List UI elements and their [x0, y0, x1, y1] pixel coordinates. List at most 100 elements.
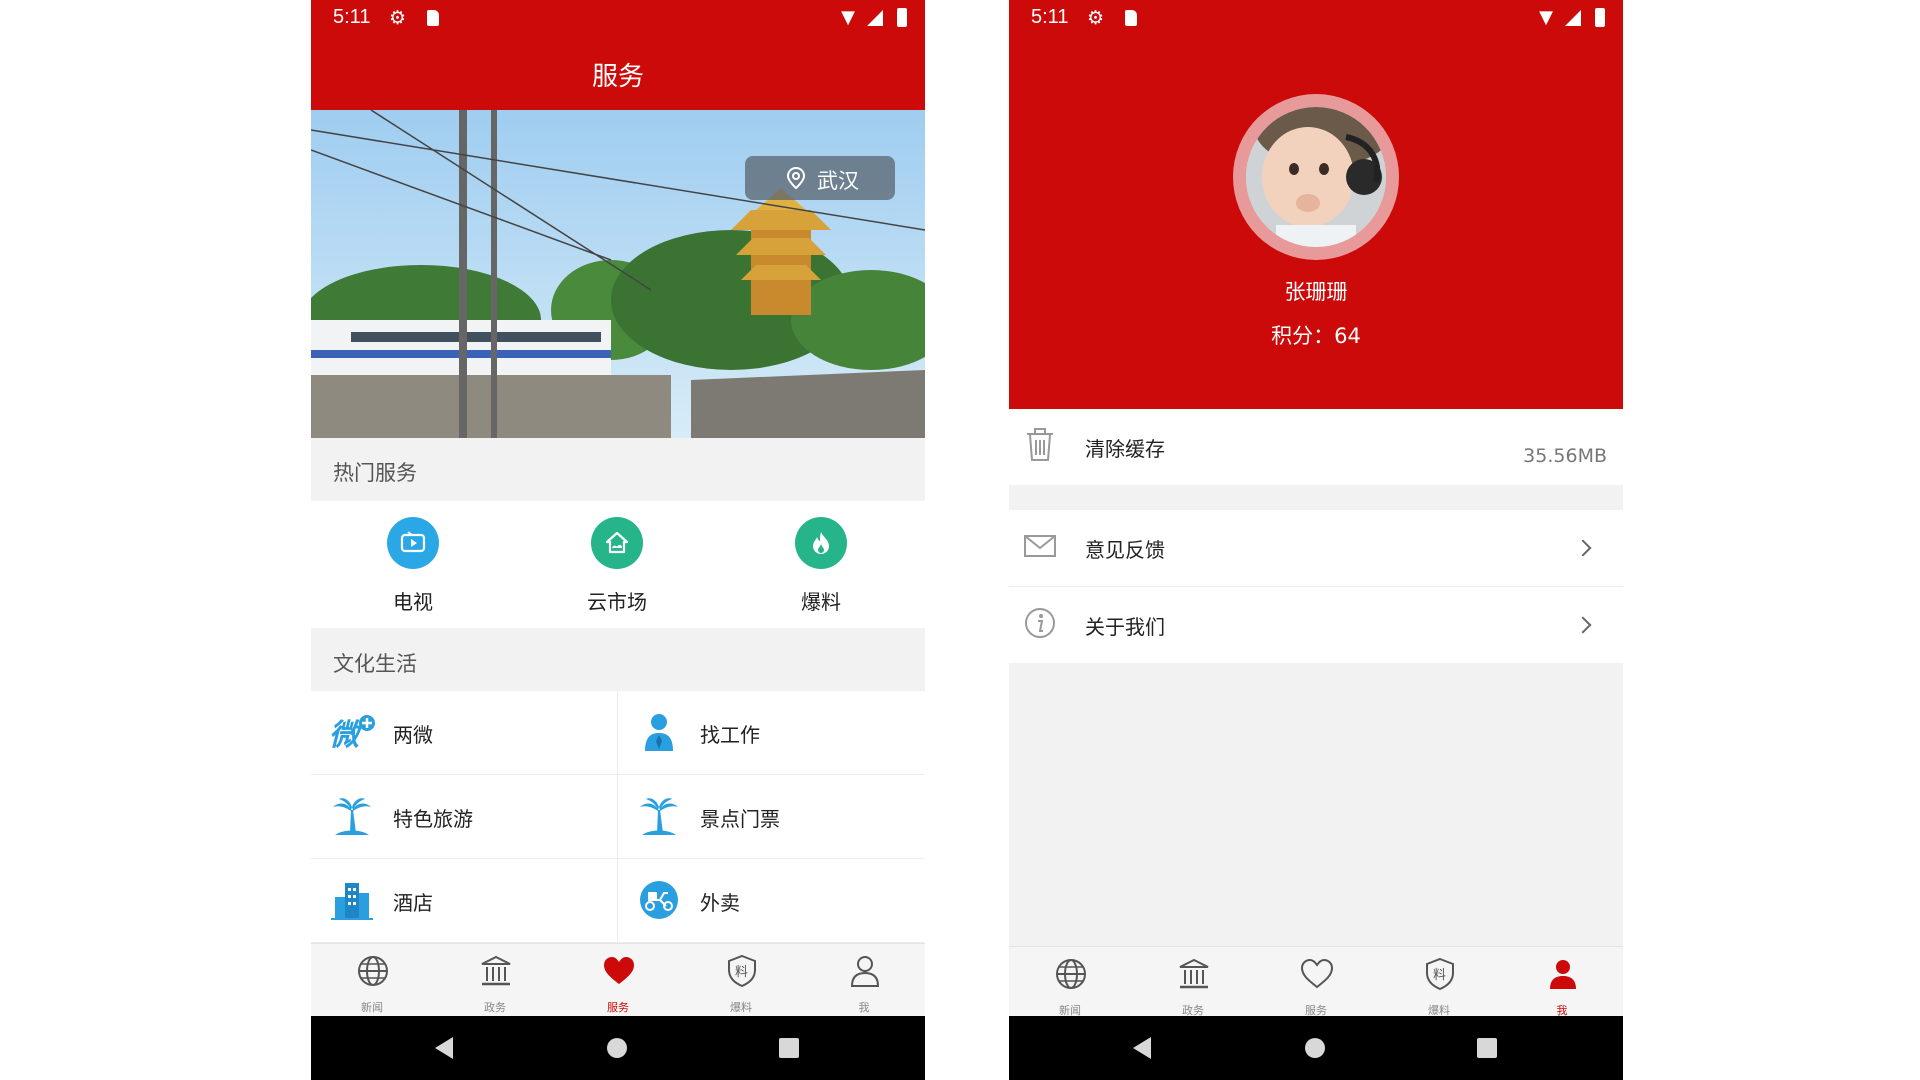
life-item-featured-travel[interactable]: 特色旅游: [311, 775, 617, 859]
culture-life-header: 文化生活: [311, 629, 925, 691]
avatar-ring[interactable]: [1233, 94, 1399, 260]
status-time: 5:11: [333, 6, 371, 28]
tab-news[interactable]: 新闻: [1009, 947, 1131, 1023]
life-item-label: 找工作: [700, 723, 760, 747]
person-icon: [1550, 960, 1576, 989]
section-title: 文化生活: [333, 652, 417, 676]
tab-me[interactable]: 我: [803, 944, 925, 1020]
home-button[interactable]: [607, 1038, 627, 1058]
scooter-icon: [640, 881, 678, 919]
life-item-label: 两微: [393, 723, 433, 747]
tab-services[interactable]: 服务: [557, 944, 679, 1020]
status-time: 5:11: [1031, 6, 1069, 28]
hot-service-label: 爆料: [801, 590, 841, 614]
wifi-icon: ▼: [1539, 7, 1553, 28]
life-item-label: 景点门票: [700, 807, 780, 831]
home-button[interactable]: [1305, 1038, 1325, 1058]
sd-card-icon: [1125, 10, 1137, 26]
life-item-find-job[interactable]: 找工作: [618, 691, 924, 775]
tab-services[interactable]: 服务: [1255, 947, 1377, 1023]
mail-icon: [1024, 535, 1056, 557]
globe-icon: [1056, 959, 1086, 989]
location-name: 武汉: [817, 169, 859, 193]
tab-me[interactable]: 我: [1501, 947, 1623, 1023]
hot-service-tv[interactable]: 电视: [311, 501, 515, 628]
tab-label: 新闻: [361, 1001, 383, 1014]
life-item-label: 特色旅游: [393, 807, 473, 831]
shield-icon: 料: [728, 954, 756, 988]
tab-news[interactable]: 新闻: [311, 944, 433, 1020]
battery-icon: [897, 8, 907, 27]
chevron-right-icon: [1574, 616, 1592, 634]
feedback-row[interactable]: 意见反馈: [1009, 510, 1623, 586]
status-bar: 5:11 ⚙ ▼: [311, 0, 925, 36]
heart-icon: [604, 957, 634, 984]
palm-tree-icon: [640, 798, 678, 835]
status-bar: 5:11 ⚙ ▼: [1009, 0, 1623, 36]
profile-header: 张珊珊 积分：64: [1009, 36, 1623, 409]
hotel-building-icon: [331, 883, 373, 920]
tab-label: 爆料: [730, 1001, 752, 1014]
wifi-icon: ▼: [841, 7, 855, 28]
tab-label: 我: [858, 1001, 870, 1014]
services-screen: 5:11 ⚙ ▼ 服务 武汉 热门服务 电视 云市场 爆料 文化生活 微 两微 …: [311, 0, 925, 1080]
chevron-right-icon: [1574, 539, 1592, 557]
hot-service-label: 电视: [393, 590, 433, 614]
life-item-hotel[interactable]: 酒店: [311, 859, 617, 943]
profile-screen: 5:11 ⚙ ▼ 张珊珊 积分：64 清除缓存 35.56MB 意见反馈 关于我…: [1009, 0, 1623, 1080]
battery-icon: [1595, 8, 1605, 27]
recent-apps-button[interactable]: [779, 1038, 799, 1058]
city-banner-image[interactable]: 武汉: [311, 110, 925, 438]
life-item-takeout[interactable]: 外卖: [618, 859, 924, 943]
about-us-row[interactable]: 关于我们: [1009, 587, 1623, 663]
tab-government[interactable]: 政务: [434, 944, 556, 1020]
location-chip[interactable]: 武汉: [745, 156, 895, 200]
culture-life-grid: 微 两微 找工作 特色旅游 景点门票 酒店 外卖: [311, 691, 925, 943]
svg-text:微: 微: [329, 718, 364, 753]
signal-icon: [1565, 10, 1581, 26]
page-title: 服务: [591, 62, 644, 92]
shield-icon: 料: [1426, 957, 1454, 991]
hot-services-header: 热门服务: [311, 438, 925, 500]
user-name: 张珊珊: [1284, 280, 1348, 304]
back-button[interactable]: [435, 1037, 453, 1059]
settings-gear-icon: ⚙: [1087, 7, 1105, 29]
life-item-weibo-wechat[interactable]: 微 两微: [311, 691, 617, 775]
hot-services-grid: 电视 云市场 爆料: [311, 501, 925, 628]
weibo-wechat-icon: 微: [329, 715, 375, 753]
settings-gear-icon: ⚙: [389, 7, 407, 29]
tab-tipoff[interactable]: 料 爆料: [1378, 947, 1500, 1023]
svg-text:料: 料: [735, 965, 748, 980]
cache-size: 35.56MB: [1523, 445, 1607, 467]
section-title: 热门服务: [333, 461, 417, 485]
hot-service-cloud-market[interactable]: 云市场: [515, 501, 719, 628]
system-nav-bar: [311, 1016, 925, 1080]
life-item-scenic-tickets[interactable]: 景点门票: [618, 775, 924, 859]
job-person-icon: [645, 714, 673, 751]
tab-government[interactable]: 政务: [1132, 947, 1254, 1023]
bottom-tab-bar: 新闻 政务 服务 料 爆料 我: [311, 943, 925, 1020]
clear-cache-row[interactable]: 清除缓存 35.56MB: [1009, 409, 1623, 485]
back-button[interactable]: [1133, 1037, 1151, 1059]
palm-tree-icon: [333, 798, 371, 835]
globe-icon: [358, 956, 388, 986]
user-points: 积分：64: [1271, 324, 1361, 348]
tab-label: 服务: [607, 1001, 629, 1014]
location-pin-icon: [786, 166, 806, 190]
flame-icon: [795, 517, 847, 569]
hot-service-tipoff[interactable]: 爆料: [719, 501, 923, 628]
feedback-label: 意见反馈: [1085, 538, 1165, 562]
trash-icon: [1027, 428, 1053, 461]
info-icon: [1025, 608, 1055, 638]
bottom-tab-bar: 新闻 政务 服务 料 爆料 我: [1009, 946, 1623, 1017]
signal-icon: [867, 10, 883, 26]
tab-tipoff[interactable]: 料 爆料: [680, 944, 802, 1020]
hot-service-label: 云市场: [587, 590, 647, 614]
clear-cache-label: 清除缓存: [1085, 437, 1165, 461]
government-icon: [1179, 958, 1209, 989]
avatar: [1246, 107, 1386, 247]
recent-apps-button[interactable]: [1477, 1038, 1497, 1058]
person-icon: [850, 956, 880, 987]
life-item-label: 酒店: [393, 891, 433, 915]
life-item-label: 外卖: [700, 891, 740, 915]
